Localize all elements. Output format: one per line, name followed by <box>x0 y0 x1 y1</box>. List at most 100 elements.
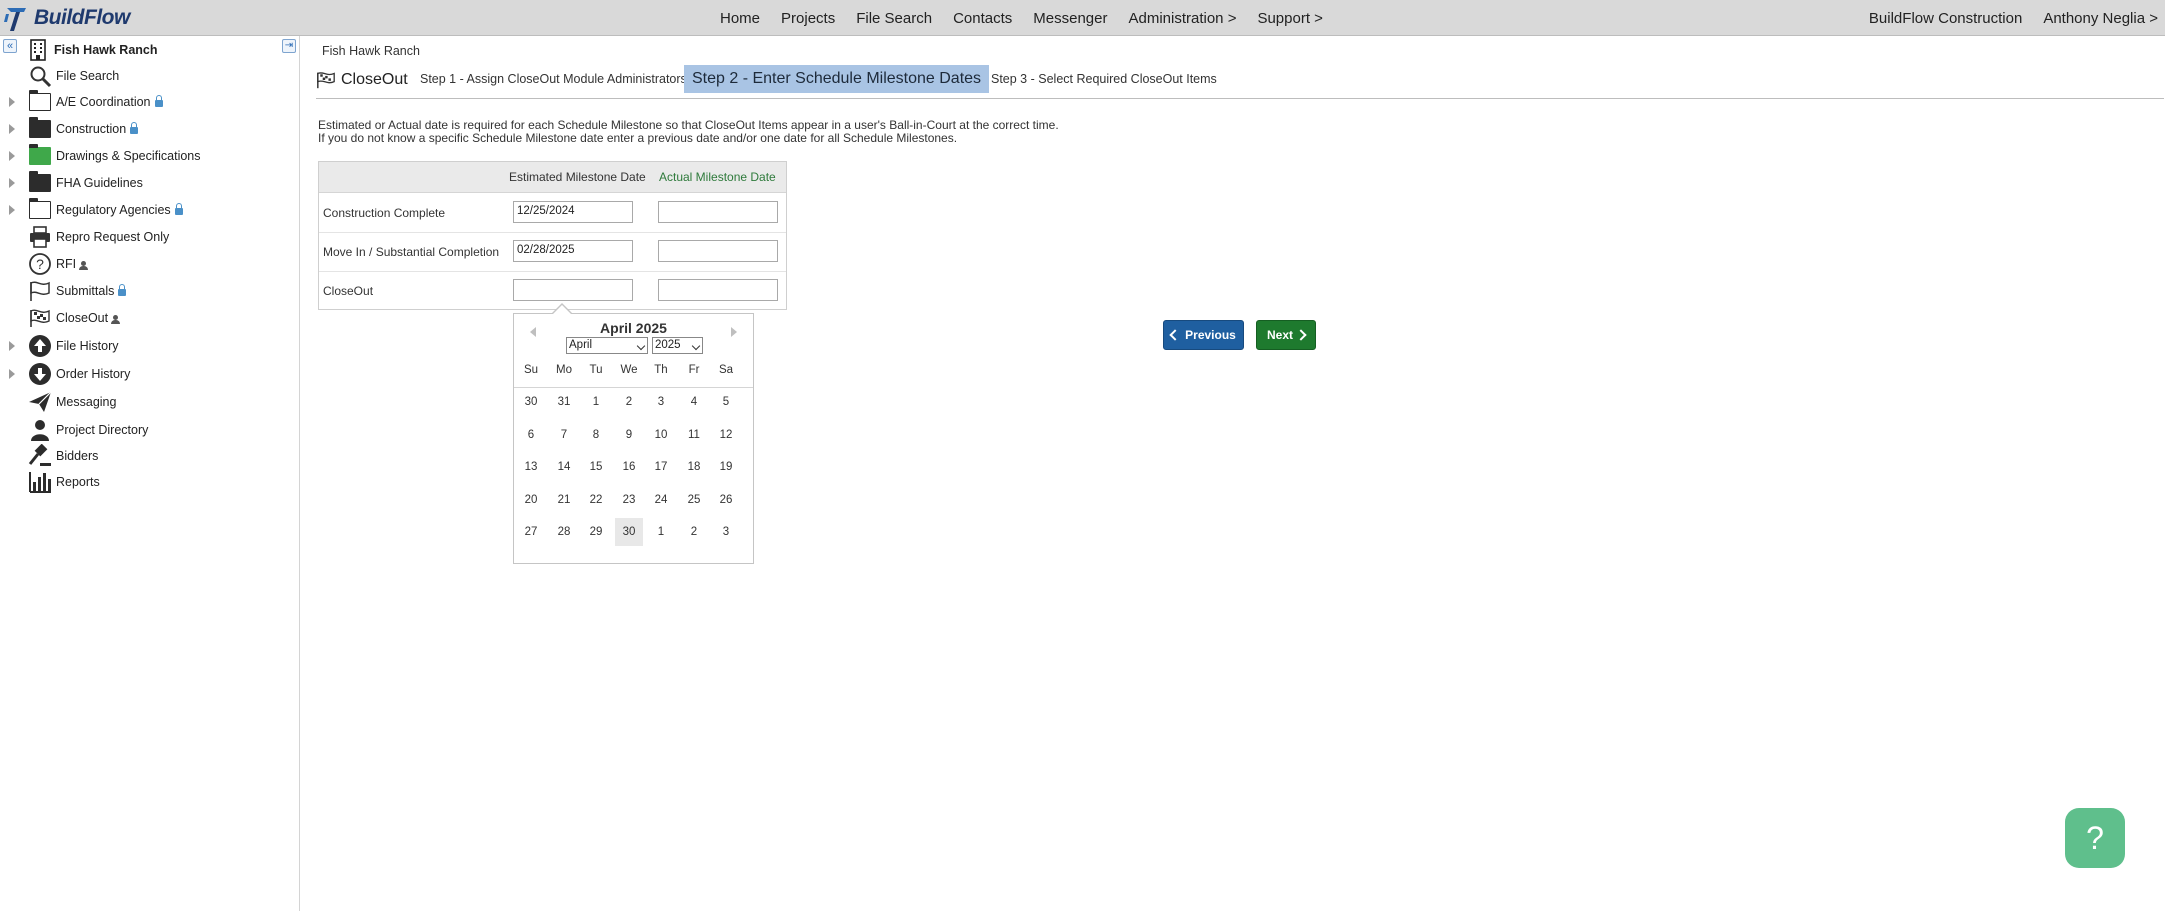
sidebar-item-submittals[interactable]: Submittals <box>28 279 127 303</box>
sidebar-item-closeout[interactable]: CloseOut <box>28 306 121 330</box>
sidebar-item-drawings-specifications[interactable]: Drawings & Specifications <box>9 144 201 168</box>
calendar-day[interactable]: 12 <box>712 421 740 449</box>
sidebar-project[interactable]: Fish Hawk Ranch <box>26 38 158 62</box>
sidebar-item-file-history[interactable]: File History <box>9 334 119 358</box>
calendar-day[interactable]: 8 <box>582 421 610 449</box>
sidebar-item-construction[interactable]: Construction <box>9 117 139 141</box>
month-select[interactable]: April <box>566 337 648 354</box>
sidebar-item-fha-guidelines[interactable]: FHA Guidelines <box>9 171 143 195</box>
calendar-day[interactable]: 17 <box>647 453 675 481</box>
day-of-week-label: Mo <box>556 364 572 376</box>
nav-messenger[interactable]: Messenger <box>1033 10 1107 27</box>
help-button[interactable]: ? <box>2065 808 2125 868</box>
pin-icon[interactable]: ⇥ <box>282 39 296 53</box>
calendar-day[interactable]: 21 <box>550 486 578 514</box>
sidebar-item-rfi[interactable]: ? RFI <box>28 252 89 276</box>
calendar-day[interactable]: 28 <box>550 518 578 546</box>
calendar-day[interactable]: 26 <box>712 486 740 514</box>
nav-file-search[interactable]: File Search <box>856 10 932 27</box>
expand-arrow-icon[interactable] <box>9 369 15 379</box>
nav-home[interactable]: Home <box>720 10 760 27</box>
calendar-day[interactable]: 5 <box>712 388 740 416</box>
month-select-value: April <box>569 339 593 351</box>
step-3-tab[interactable]: Step 3 - Select Required CloseOut Items <box>991 65 1217 93</box>
calendar-day[interactable]: 2 <box>680 518 708 546</box>
step-1-tab[interactable]: Step 1 - Assign CloseOut Module Administ… <box>420 65 687 93</box>
sidebar-item-ae-coordination[interactable]: A/E Coordination <box>9 90 163 114</box>
sidebar-item-messaging[interactable]: Messaging <box>28 390 116 414</box>
sidebar-item-bidders[interactable]: Bidders <box>28 444 98 468</box>
estimated-date-input[interactable] <box>513 279 633 301</box>
sidebar-item-file-search[interactable]: File Search <box>28 64 119 88</box>
calendar-day[interactable]: 18 <box>680 453 708 481</box>
actual-date-input[interactable] <box>658 201 778 223</box>
calendar-day[interactable]: 1 <box>647 518 675 546</box>
calendar-day[interactable]: 30 <box>517 388 545 416</box>
calendar-day[interactable]: 25 <box>680 486 708 514</box>
calendar-day[interactable]: 2 <box>615 388 643 416</box>
estimated-date-input[interactable]: 12/25/2024 <box>513 201 633 223</box>
calendar-day[interactable]: 22 <box>582 486 610 514</box>
calendar-day[interactable]: 3 <box>712 518 740 546</box>
expand-arrow-icon[interactable] <box>9 151 15 161</box>
calendar-day[interactable]: 6 <box>517 421 545 449</box>
lock-icon <box>174 202 183 215</box>
calendar-day[interactable]: 1 <box>582 388 610 416</box>
year-select[interactable]: 2025 <box>652 337 703 354</box>
calendar-day[interactable]: 9 <box>615 421 643 449</box>
collapse-sidebar-button[interactable]: « <box>3 39 17 53</box>
sidebar-item-reports[interactable]: Reports <box>28 470 100 494</box>
logo[interactable]: BuildFlow <box>4 3 130 33</box>
calendar-day[interactable]: 30 <box>615 518 643 546</box>
sidebar-item-order-history[interactable]: Order History <box>9 362 130 386</box>
upload-circle-icon <box>29 335 51 357</box>
datepicker-caret-fill <box>553 305 571 314</box>
expand-arrow-icon[interactable] <box>9 97 15 107</box>
brand-name: BuildFlow <box>34 6 130 29</box>
person-icon <box>79 260 89 270</box>
step-2-tab[interactable]: Step 2 - Enter Schedule Milestone Dates <box>684 65 990 93</box>
company-name[interactable]: BuildFlow Construction <box>1869 10 2022 27</box>
previous-button[interactable]: Previous <box>1163 320 1244 350</box>
calendar-day[interactable]: 14 <box>550 453 578 481</box>
calendar-day[interactable]: 27 <box>517 518 545 546</box>
calendar-day[interactable]: 31 <box>550 388 578 416</box>
calendar-day[interactable]: 29 <box>582 518 610 546</box>
calendar-day[interactable]: 4 <box>680 388 708 416</box>
expand-arrow-icon[interactable] <box>9 124 15 134</box>
nav-administration[interactable]: Administration > <box>1128 10 1236 27</box>
calendar-day[interactable]: 11 <box>680 421 708 449</box>
actual-date-input[interactable] <box>658 240 778 262</box>
user-menu[interactable]: Anthony Neglia > <box>2043 10 2158 27</box>
calendar-day[interactable]: 3 <box>647 388 675 416</box>
nav-contacts[interactable]: Contacts <box>953 10 1012 27</box>
actual-date-input[interactable] <box>658 279 778 301</box>
sidebar-item-repro-request[interactable]: Repro Request Only <box>28 225 169 249</box>
estimated-date-input[interactable]: 02/28/2025 <box>513 240 633 262</box>
day-of-week-label: We <box>620 364 638 376</box>
expand-arrow-icon[interactable] <box>9 178 15 188</box>
milestone-table: Estimated Milestone Date Actual Mileston… <box>318 161 787 310</box>
building-icon <box>30 39 46 61</box>
calendar-day[interactable]: 24 <box>647 486 675 514</box>
calendar-day[interactable]: 20 <box>517 486 545 514</box>
calendar-day[interactable]: 16 <box>615 453 643 481</box>
calendar-day[interactable]: 23 <box>615 486 643 514</box>
sidebar-item-project-directory[interactable]: Project Directory <box>28 418 148 442</box>
calendar-day[interactable]: 19 <box>712 453 740 481</box>
calendar-day[interactable]: 15 <box>582 453 610 481</box>
person-icon <box>111 314 121 324</box>
day-of-week-label: Th <box>654 364 668 376</box>
nav-support[interactable]: Support > <box>1257 10 1322 27</box>
calendar-day[interactable]: 7 <box>550 421 578 449</box>
expand-arrow-icon[interactable] <box>9 341 15 351</box>
next-button-label: Next <box>1266 328 1293 342</box>
expand-arrow-icon[interactable] <box>9 205 15 215</box>
next-button[interactable]: Next <box>1256 320 1316 350</box>
calendar-day[interactable]: 10 <box>647 421 675 449</box>
sidebar-item-regulatory-agencies[interactable]: Regulatory Agencies <box>9 198 183 222</box>
nav-projects[interactable]: Projects <box>781 10 835 27</box>
folder-green-icon <box>28 144 52 168</box>
calendar-day[interactable]: 13 <box>517 453 545 481</box>
breadcrumb[interactable]: Fish Hawk Ranch <box>322 44 420 58</box>
